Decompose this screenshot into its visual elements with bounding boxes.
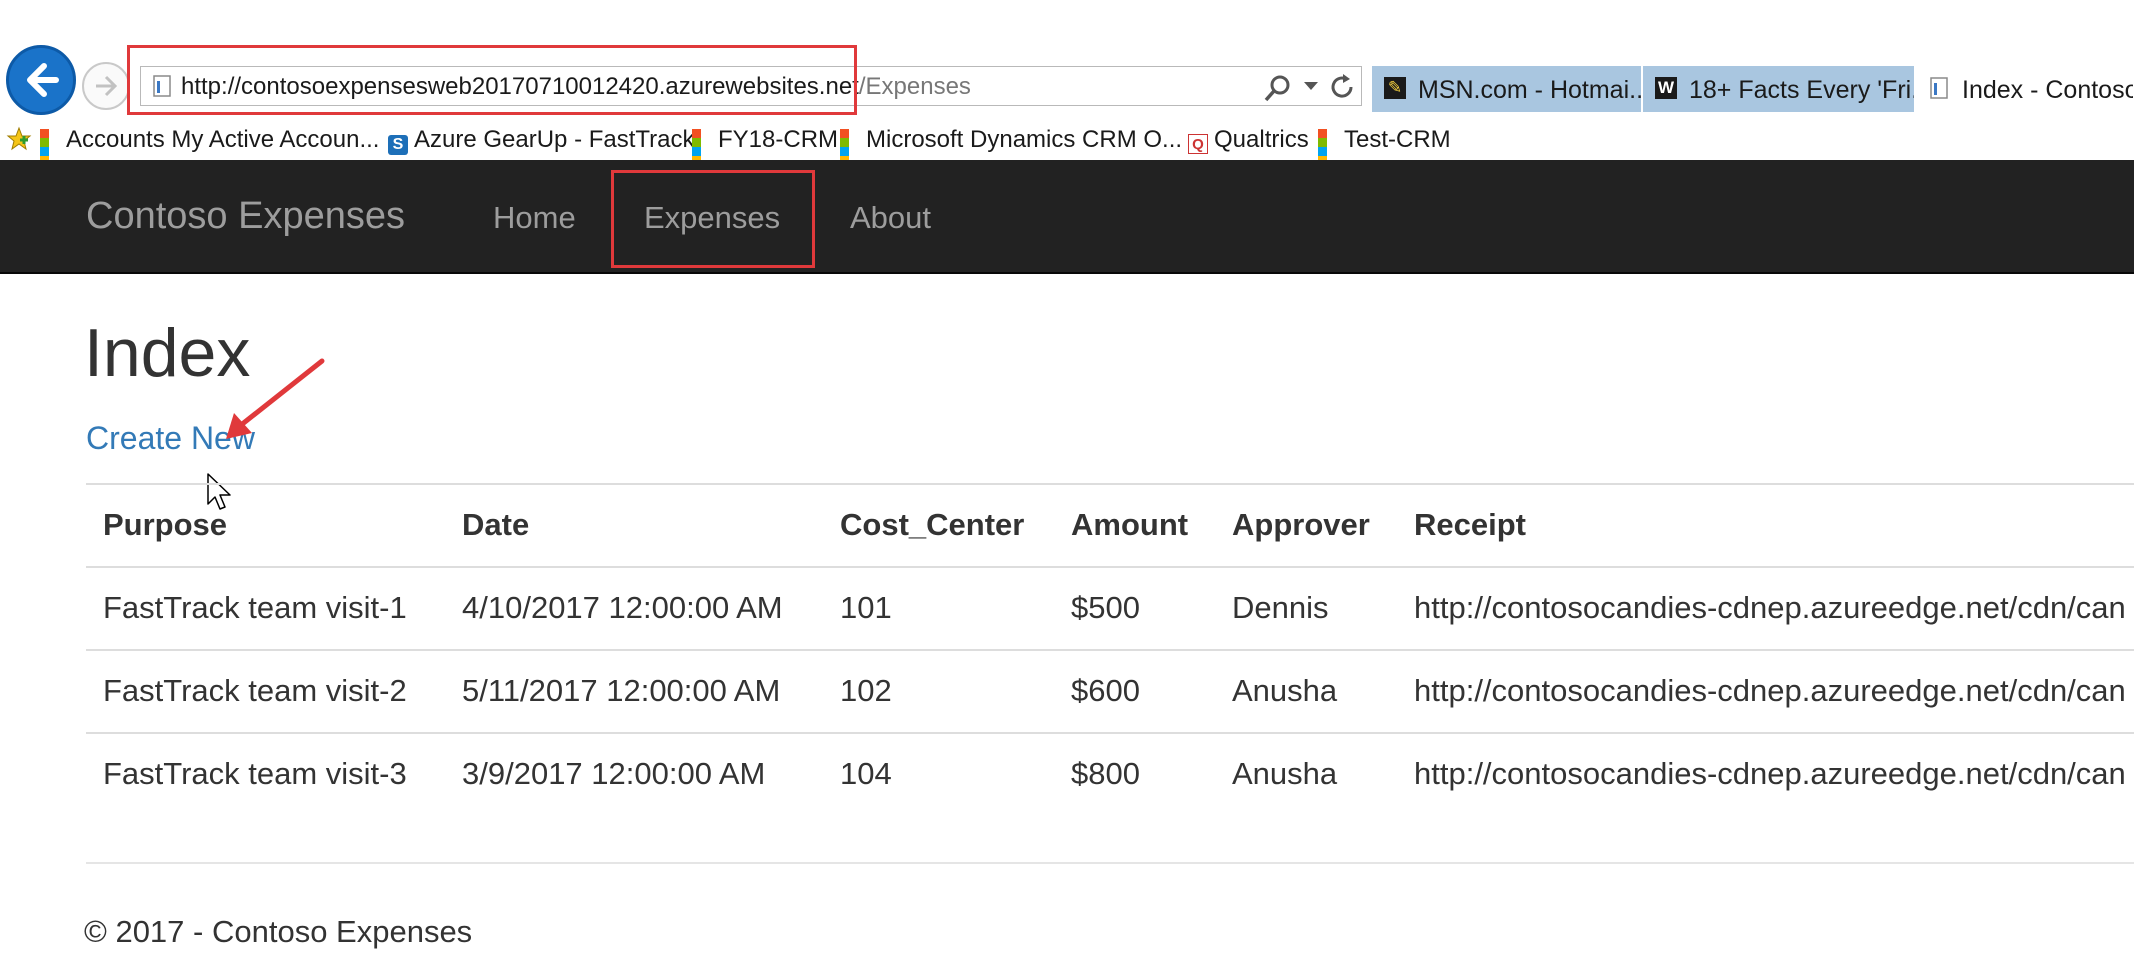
- page-icon: [1930, 77, 1948, 99]
- footer-divider: [86, 862, 2134, 864]
- table-row: FastTrack team visit-2 5/11/2017 12:00:0…: [86, 649, 2134, 732]
- column-header-cost-center: Cost_Center: [840, 507, 1025, 542]
- expenses-highlight-box: [611, 170, 815, 268]
- back-arrow-icon: [27, 63, 59, 97]
- favorite-azure-gearup[interactable]: S Azure GearUp - FastTrack: [388, 126, 695, 156]
- cell-receipt: http://contosocandies-cdnep.azureedge.ne…: [1414, 673, 2126, 708]
- column-header-purpose: Purpose: [103, 507, 228, 542]
- qualtrics-icon: Q: [1188, 134, 1208, 154]
- address-path: /Expenses: [858, 73, 971, 100]
- tab-label: Index - Contoso: [1962, 76, 2134, 104]
- favorite-label: Qualtrics: [1214, 126, 1309, 153]
- chevron-down-icon[interactable]: [1303, 81, 1319, 91]
- tab-index-contoso[interactable]: Index - Contoso: [1916, 66, 2134, 112]
- favorite-fy18-crm[interactable]: FY18-CRM: [692, 126, 839, 165]
- forward-button[interactable]: [82, 62, 130, 110]
- cell-cost-center: 104: [840, 756, 892, 791]
- site-navbar: Contoso Expenses Home Expenses About: [0, 160, 2134, 274]
- favorite-label: FY18-CRM: [718, 126, 839, 153]
- tab-label: MSN.com - Hotmai...: [1418, 76, 1642, 104]
- cell-receipt: http://contosocandies-cdnep.azureedge.ne…: [1414, 590, 2126, 625]
- favorite-qualtrics[interactable]: Q Qualtrics: [1188, 126, 1309, 156]
- brand-link[interactable]: Contoso Expenses: [86, 195, 405, 238]
- annotation-arrow-icon: [226, 358, 325, 439]
- sharepoint-icon: S: [388, 135, 408, 155]
- favorites-bar: Accounts My Active Accoun... S Azure Gear…: [0, 122, 2134, 165]
- microsoft-logo-icon: [1318, 129, 1338, 165]
- table-row: FastTrack team visit-1 4/10/2017 12:00:0…: [86, 566, 2134, 649]
- table-header-row: Purpose Date Cost_Center Amount Approver…: [86, 483, 2134, 566]
- cell-date: 5/11/2017 12:00:00 AM: [462, 673, 781, 708]
- column-header-receipt: Receipt: [1414, 507, 1526, 542]
- cell-cost-center: 101: [840, 590, 892, 625]
- w-icon: W: [1655, 77, 1677, 99]
- microsoft-logo-icon: [692, 129, 712, 165]
- favorite-accounts[interactable]: Accounts My Active Accoun...: [40, 126, 380, 165]
- search-icon[interactable]: [1263, 73, 1293, 103]
- cell-purpose: FastTrack team visit-1: [103, 590, 407, 625]
- refresh-icon[interactable]: [1327, 72, 1357, 102]
- address-url[interactable]: http://contosoexpensesweb20170710012420.…: [181, 73, 971, 101]
- cell-receipt: http://contosocandies-cdnep.azureedge.ne…: [1414, 756, 2126, 791]
- nav-home[interactable]: Home: [493, 200, 576, 236]
- favorite-label: Microsoft Dynamics CRM O...: [866, 126, 1183, 153]
- forward-arrow-icon: [96, 75, 118, 97]
- cell-amount: $800: [1071, 756, 1140, 791]
- column-header-approver: Approver: [1232, 507, 1370, 542]
- nav-about[interactable]: About: [850, 200, 931, 236]
- cell-approver: Anusha: [1232, 756, 1338, 791]
- back-button[interactable]: [6, 45, 76, 115]
- browser-chrome: http://contosoexpensesweb20170710012420.…: [0, 0, 2134, 165]
- cell-purpose: FastTrack team visit-3: [103, 756, 407, 791]
- cell-purpose: FastTrack team visit-2: [103, 673, 407, 708]
- table-row: FastTrack team visit-3 3/9/2017 12:00:00…: [86, 732, 2134, 815]
- cell-amount: $500: [1071, 590, 1140, 625]
- tab-msn[interactable]: ✎ MSN.com - Hotmai...: [1372, 66, 1642, 112]
- cell-approver: Dennis: [1232, 590, 1329, 625]
- column-header-date: Date: [462, 507, 530, 542]
- tab-label: 18+ Facts Every 'Fri...: [1689, 76, 1915, 104]
- favorite-label: Test-CRM: [1344, 126, 1451, 153]
- cell-amount: $600: [1071, 673, 1140, 708]
- microsoft-logo-icon: [40, 129, 60, 165]
- microsoft-logo-icon: [840, 129, 860, 165]
- address-host: http://contosoexpensesweb20170710012420.…: [181, 73, 859, 100]
- cell-date: 4/10/2017 12:00:00 AM: [462, 590, 783, 625]
- address-bar[interactable]: http://contosoexpensesweb20170710012420.…: [140, 66, 1362, 106]
- expenses-table: Purpose Date Cost_Center Amount Approver…: [86, 483, 2134, 815]
- favorites-star-icon[interactable]: [6, 126, 32, 152]
- favorite-dynamics-crm[interactable]: Microsoft Dynamics CRM O...: [840, 126, 1183, 165]
- tab-facts[interactable]: W 18+ Facts Every 'Fri...: [1643, 66, 1915, 112]
- favorite-label: Azure GearUp - FastTrack: [414, 126, 695, 153]
- cell-cost-center: 102: [840, 673, 892, 708]
- msn-icon: ✎: [1384, 77, 1406, 99]
- column-header-amount: Amount: [1071, 507, 1189, 542]
- cell-approver: Anusha: [1232, 673, 1338, 708]
- favorite-label: Accounts My Active Accoun...: [66, 126, 380, 153]
- footer-copyright: © 2017 - Contoso Expenses: [84, 914, 473, 949]
- cell-date: 3/9/2017 12:00:00 AM: [462, 756, 766, 791]
- page-icon: [153, 75, 171, 97]
- favorite-test-crm[interactable]: Test-CRM: [1318, 126, 1451, 165]
